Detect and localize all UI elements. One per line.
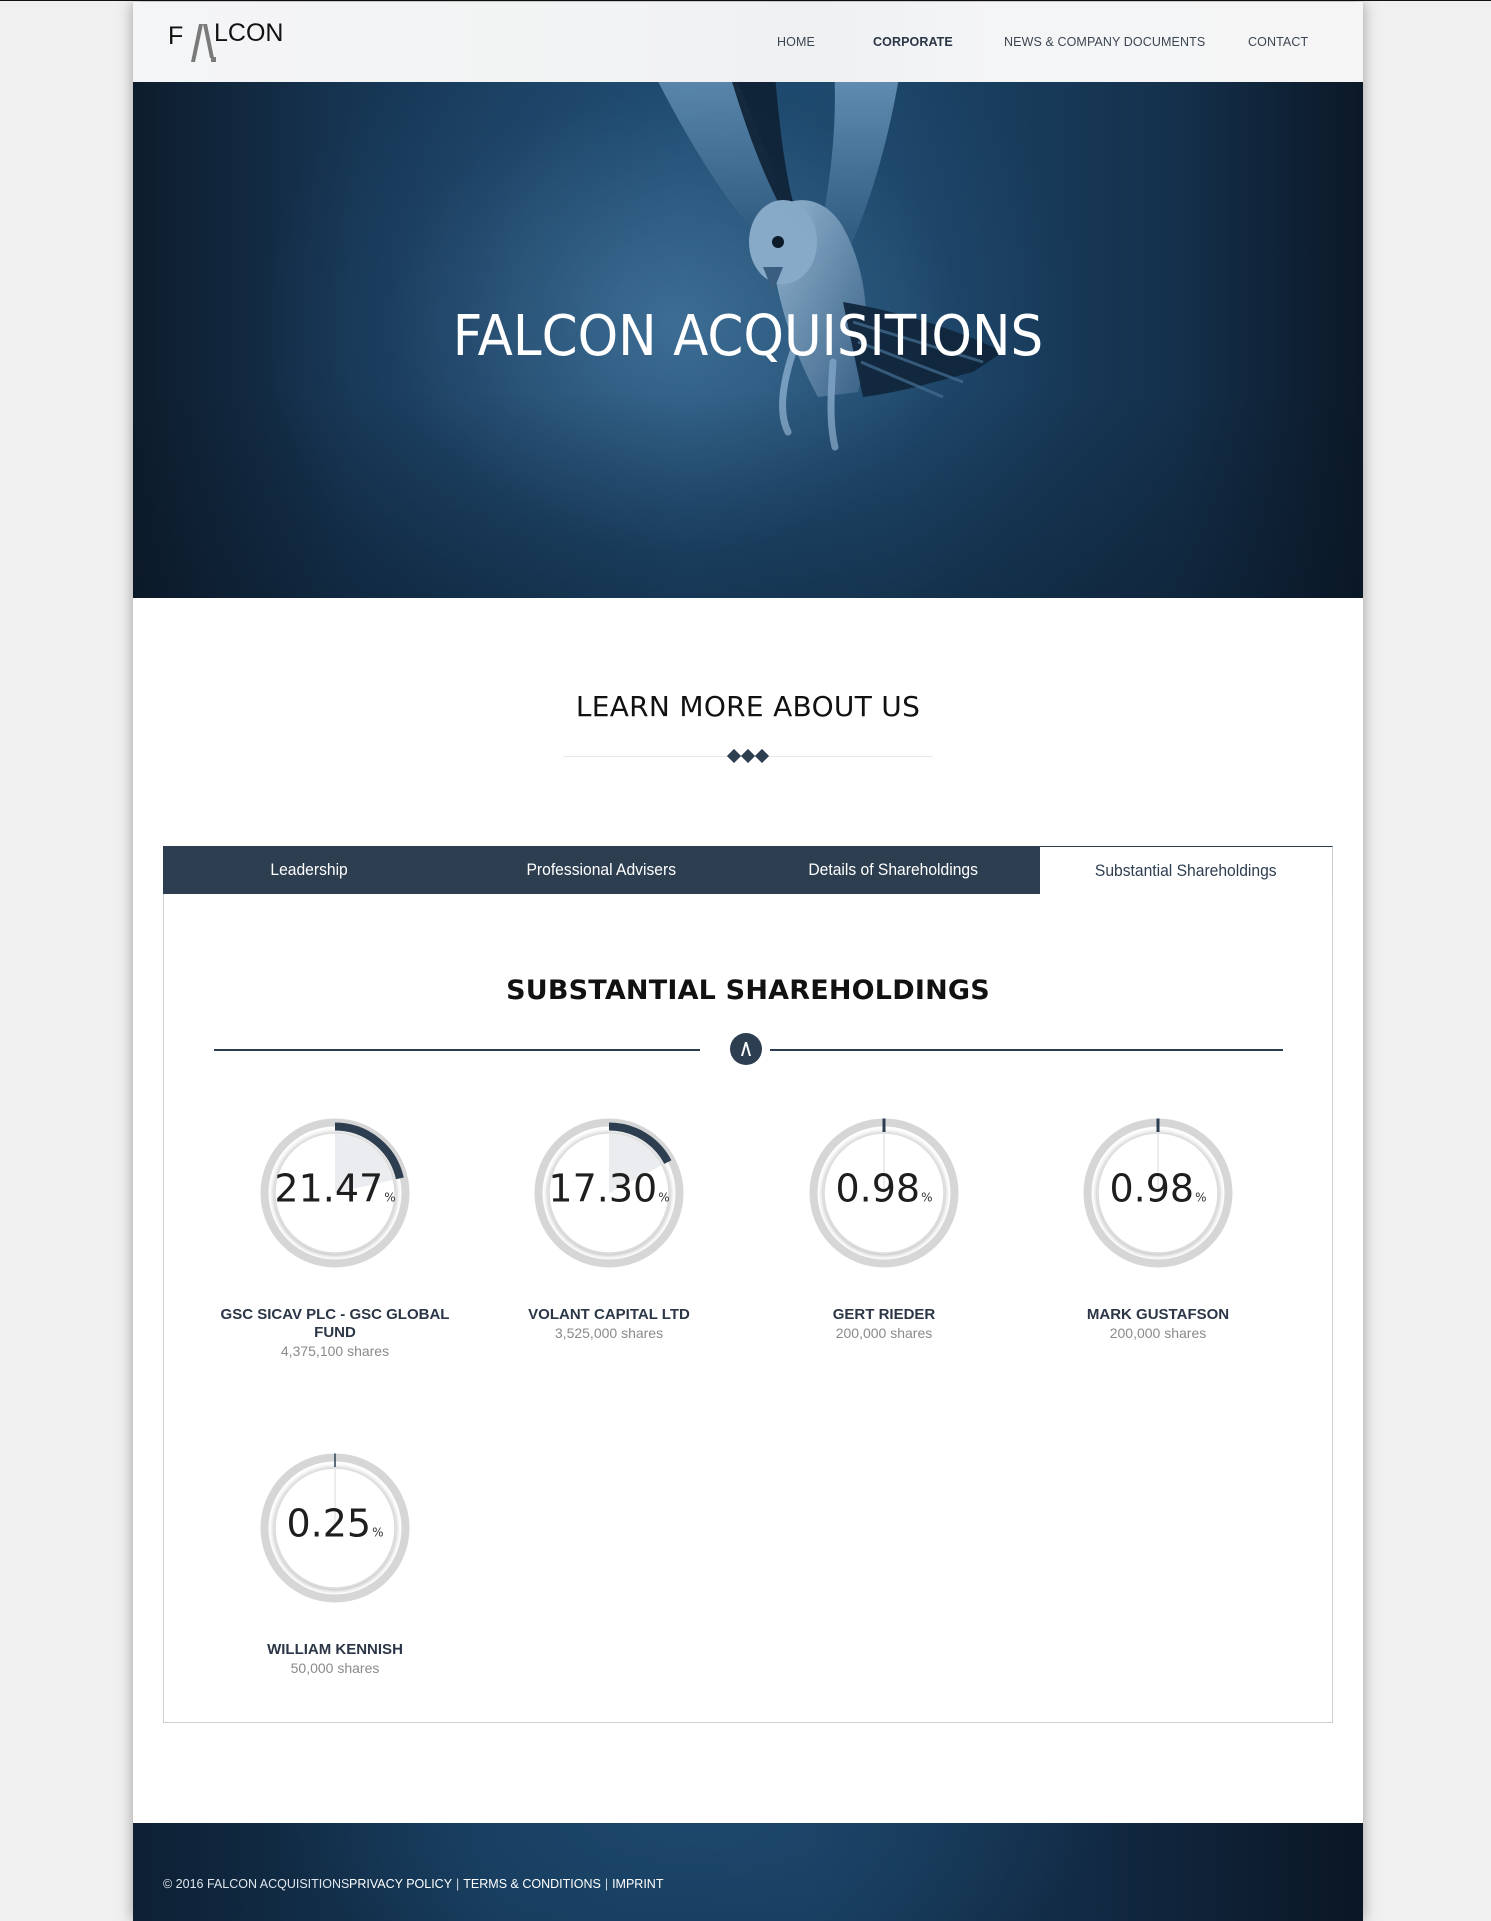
shareholder-shares: 200,000 shares <box>835 1325 933 1341</box>
gauge-number: 21.47 <box>274 1166 384 1211</box>
percent-gauge: 17.30% <box>534 1118 684 1268</box>
percent-gauge: 21.47% <box>260 1118 410 1268</box>
shareholder-gauges: 21.47% GSC SICAV PLC - GSC GLOBAL FUND 4… <box>164 894 1332 1722</box>
site-footer: © 2016 FALCON ACQUISITIONS PRIVACY POLIC… <box>133 1823 1363 1921</box>
link-separator: | <box>604 1877 609 1891</box>
tab-professional-advisers[interactable]: Professional Advisers <box>455 846 748 894</box>
gauge-number: 17.30 <box>548 1166 658 1211</box>
percent-sign: % <box>921 1190 933 1205</box>
section-divider <box>563 748 933 764</box>
shareholder-shares: 200,000 shares <box>1109 1325 1207 1341</box>
tab-label: Leadership <box>270 860 348 879</box>
gauge-value: 0.98% <box>1083 1169 1233 1218</box>
tab-label: Professional Advisers <box>526 860 677 879</box>
shareholder-shares: 50,000 shares <box>290 1660 380 1676</box>
gauge-number: 0.25 <box>286 1501 372 1546</box>
tab-panel-substantial-shareholdings: SUBSTANTIAL SHAREHOLDINGS 21.47% GSC SIC… <box>163 894 1333 1723</box>
nav-news-documents[interactable]: NEWS & COMPANY DOCUMENTS <box>1004 35 1205 49</box>
shareholder-card: 0.98% GERT RIEDER 200,000 shares <box>754 1118 1014 1342</box>
percent-sign: % <box>372 1525 384 1540</box>
falcon-image <box>658 82 1003 451</box>
percent-sign: % <box>384 1190 396 1205</box>
main-nav: HOME CORPORATE NEWS & COMPANY DOCUMENTS … <box>133 35 1363 51</box>
nav-corporate[interactable]: CORPORATE <box>873 35 953 49</box>
gauge-value: 17.30% <box>534 1169 684 1218</box>
copyright-text: © 2016 FALCON ACQUISITIONS <box>163 1877 350 1891</box>
shareholder-name: MARK GUSTAFSON <box>1086 1306 1230 1323</box>
learn-more-heading: LEARN MORE ABOUT US <box>575 690 921 723</box>
percent-gauge: 0.25% <box>260 1453 410 1603</box>
gauge-value: 0.25% <box>260 1504 410 1553</box>
shareholder-shares: 3,525,000 shares <box>554 1325 664 1341</box>
tab-leadership[interactable]: Leadership <box>163 846 456 894</box>
shareholder-card: 21.47% GSC SICAV PLC - GSC GLOBAL FUND 4… <box>205 1118 465 1360</box>
tab-substantial-shareholdings[interactable]: Substantial Shareholdings <box>1039 846 1333 894</box>
footer-links: PRIVACY POLICY | TERMS & CONDITIONS | IMPRIN… <box>349 1877 663 1891</box>
terms-conditions-link[interactable]: TERMS & CONDITIONS <box>463 1877 601 1891</box>
shareholder-card: 0.98% MARK GUSTAFSON 200,000 shares <box>1028 1118 1288 1342</box>
tab-bar: Leadership Professional Advisers Details… <box>163 846 1333 894</box>
page-container: F LCON HOME CORPORATE NEWS & COMPANY DOC… <box>133 2 1363 1921</box>
privacy-policy-link[interactable]: PRIVACY POLICY <box>349 1877 452 1891</box>
hero-banner: FALCON ACQUISITIONS <box>133 82 1363 598</box>
gauge-value: 0.98% <box>809 1169 959 1218</box>
shareholder-card: 17.30% VOLANT CAPITAL LTD 3,525,000 shar… <box>479 1118 739 1342</box>
nav-contact[interactable]: CONTACT <box>1248 35 1308 49</box>
shareholder-name: GSC SICAV PLC - GSC GLOBAL FUND <box>220 1306 450 1341</box>
imprint-link[interactable]: IMPRINT <box>612 1877 663 1891</box>
shareholder-name: VOLANT CAPITAL LTD <box>528 1306 690 1323</box>
site-header: F LCON HOME CORPORATE NEWS & COMPANY DOC… <box>133 2 1363 82</box>
tab-label: Substantial Shareholdings <box>1095 860 1277 880</box>
tab-label: Details of Shareholdings <box>808 860 979 879</box>
link-separator: | <box>456 1877 460 1891</box>
shareholder-shares: 4,375,100 shares <box>280 1343 390 1359</box>
nav-home[interactable]: HOME <box>777 35 815 49</box>
percent-sign: % <box>1195 1190 1207 1205</box>
percent-sign: % <box>658 1190 670 1205</box>
percent-gauge: 0.98% <box>1083 1118 1233 1268</box>
percent-gauge: 0.98% <box>809 1118 959 1268</box>
gauge-number: 0.98 <box>1109 1166 1195 1211</box>
shareholder-name: WILLIAM KENNISH <box>267 1641 403 1658</box>
gauge-value: 21.47% <box>260 1169 410 1218</box>
hero-title: FALCON ACQUISITIONS <box>452 304 1044 369</box>
shareholder-name: GERT RIEDER <box>832 1306 936 1323</box>
tab-details-of-shareholdings[interactable]: Details of Shareholdings <box>747 846 1040 894</box>
gauge-number: 0.98 <box>835 1166 921 1211</box>
diamonds-ornament-icon <box>726 748 770 764</box>
shareholder-card: 0.25% WILLIAM KENNISH 50,000 shares <box>205 1453 465 1677</box>
